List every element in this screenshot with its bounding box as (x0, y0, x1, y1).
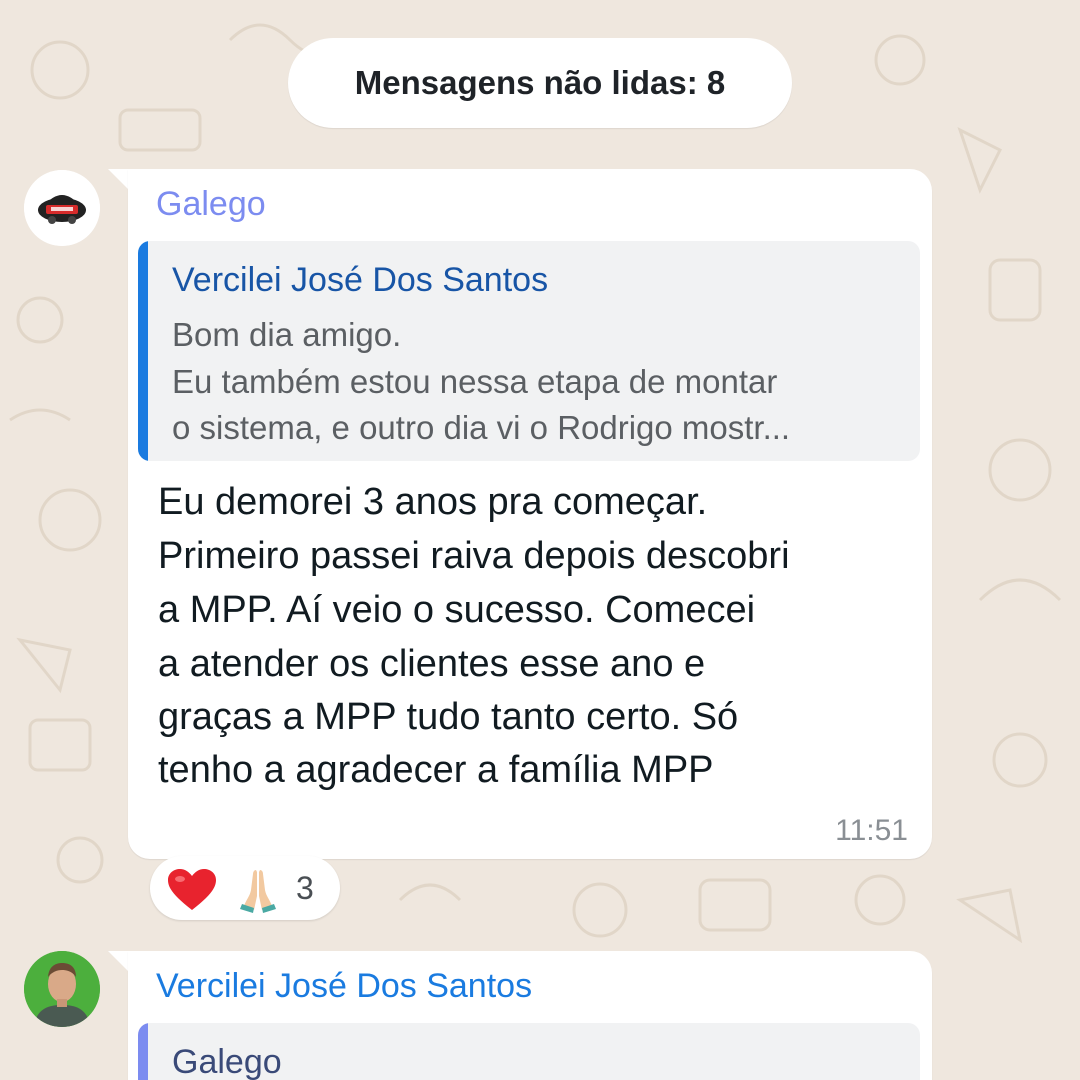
reactions-pill[interactable]: 3 (150, 856, 340, 920)
sender-avatar[interactable] (24, 951, 100, 1027)
message-timestamp: 11:51 (835, 814, 908, 847)
bubble-tail (108, 951, 130, 973)
reaction-count: 3 (296, 870, 314, 906)
unread-messages-banner: Mensagens não lidas: 8 (288, 38, 792, 128)
message-bubble[interactable]: Galego Vercilei José Dos Santos Bom dia … (128, 169, 932, 859)
person-photo-icon (24, 951, 100, 1027)
message-text-line: a atender os clientes esse ano e (158, 643, 706, 685)
car-logo-icon (24, 170, 100, 246)
praying-hands-icon (240, 870, 276, 913)
heart-icon (168, 869, 216, 910)
quoted-author: Galego (172, 1043, 282, 1080)
quoted-text-line: o sistema, e outro dia vi o Rodrigo most… (172, 409, 791, 446)
message-text-line: graças a MPP tudo tanto certo. Só (158, 696, 739, 738)
sender-avatar[interactable] (24, 170, 100, 246)
message-text-line: Primeiro passei raiva depois descobri (158, 535, 790, 577)
bubble-tail (108, 169, 130, 191)
message-bubble[interactable]: Vercilei José Dos Santos Galego (128, 951, 932, 1080)
quoted-author: Vercilei José Dos Santos (172, 261, 549, 299)
sender-name[interactable]: Vercilei José Dos Santos (156, 967, 532, 1006)
message-text-line: tenho a agradecer a família MPP (158, 749, 714, 791)
message-text-line: Eu demorei 3 anos pra começar. (158, 481, 708, 523)
quoted-message[interactable]: Galego (138, 1023, 920, 1080)
quoted-message[interactable]: Vercilei José Dos Santos Bom dia amigo. … (138, 241, 920, 461)
quote-accent-bar (138, 1023, 148, 1080)
sender-name[interactable]: Galego (156, 185, 266, 224)
quote-accent-bar (138, 241, 148, 461)
message-text-line: a MPP. Aí veio o sucesso. Comecei (158, 589, 756, 631)
quoted-text-line: Bom dia amigo. (172, 316, 402, 353)
quoted-text-line: Eu também estou nessa etapa de montar (172, 363, 778, 400)
unread-messages-text: Mensagens não lidas: 8 (354, 64, 726, 101)
